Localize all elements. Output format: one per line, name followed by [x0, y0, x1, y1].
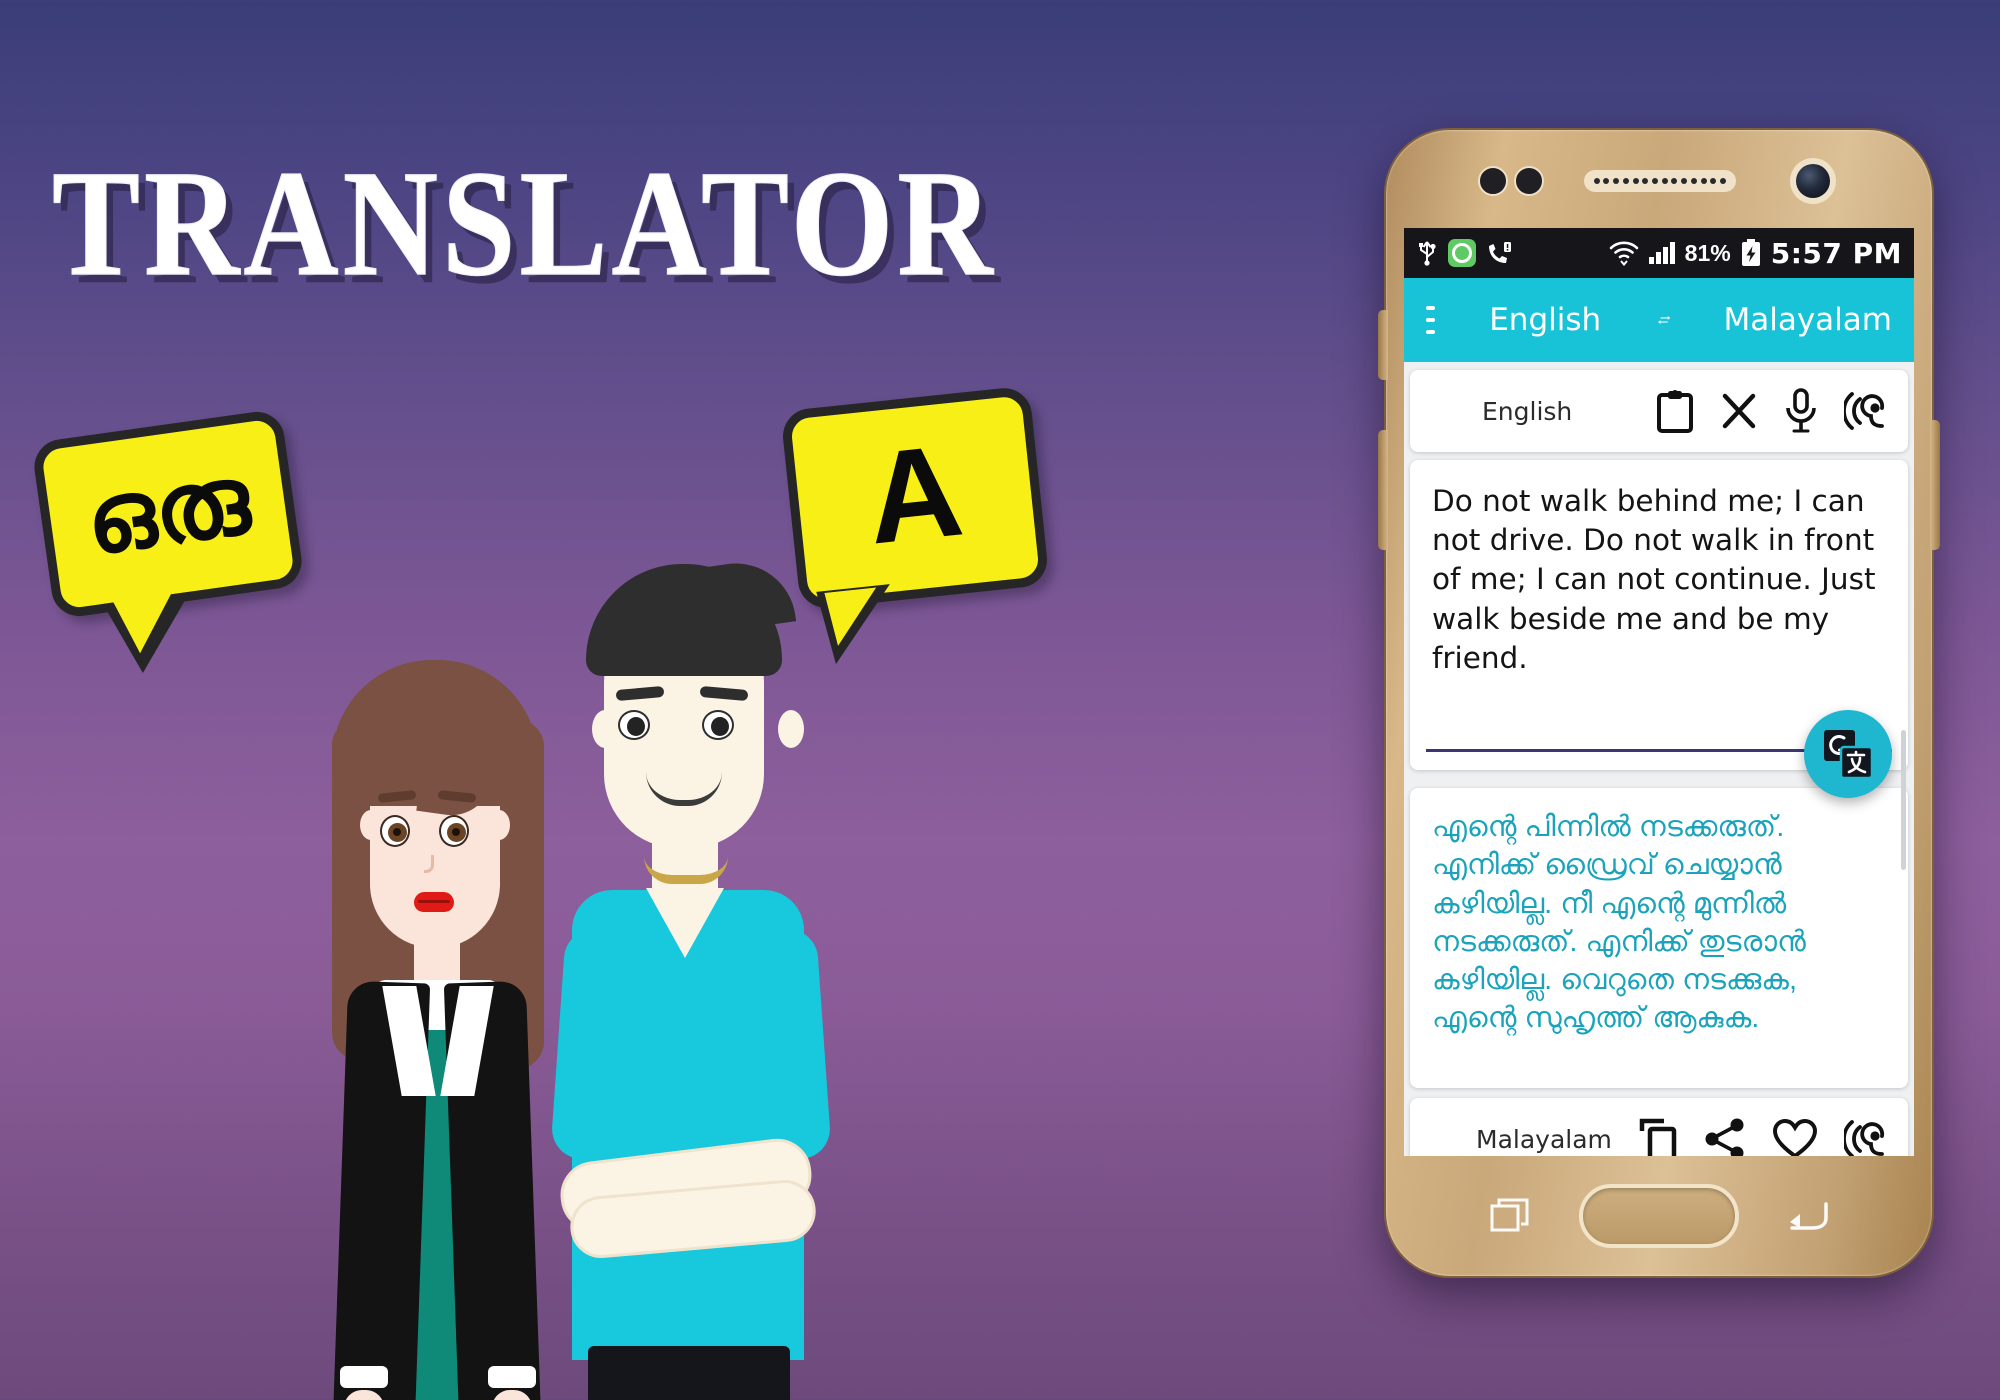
copy-icon[interactable]: [1638, 1117, 1678, 1156]
target-language-label: Malayalam: [1476, 1124, 1612, 1154]
share-icon[interactable]: [1704, 1118, 1746, 1156]
source-language-label: English: [1482, 396, 1573, 426]
proximity-sensor-icon: [1478, 166, 1508, 196]
speech-bubble-malayalam-text: ഒരു: [79, 446, 256, 575]
volume-down-button[interactable]: [1378, 430, 1388, 550]
wifi-icon: [1609, 241, 1638, 266]
light-sensor-icon: [1514, 166, 1544, 196]
volume-up-button[interactable]: [1378, 310, 1388, 380]
signal-bars-icon: [1648, 242, 1675, 264]
usb-icon: [1419, 241, 1436, 266]
translate-button[interactable]: [1804, 710, 1892, 798]
app-running-icon: [1448, 239, 1476, 267]
hamburger-menu-icon[interactable]: [1426, 306, 1436, 334]
woman-cuff-right: [488, 1366, 536, 1388]
listen-icon[interactable]: [1844, 1116, 1888, 1156]
phone-top-bezel: [1386, 130, 1932, 230]
recents-button[interactable]: [1490, 1198, 1530, 1234]
woman-character: [320, 650, 550, 1400]
target-language-selector[interactable]: Malayalam: [1723, 302, 1892, 338]
status-bar: 81% 5:57 PM: [1404, 228, 1914, 278]
listen-icon[interactable]: [1844, 388, 1888, 434]
status-bar-right-icons: 81% 5:57 PM: [1609, 237, 1902, 270]
speech-bubble-english-text: A: [860, 416, 969, 572]
man-eye-right: [702, 710, 734, 740]
man-character: [548, 555, 848, 1400]
characters-illustration: [300, 555, 860, 1400]
status-bar-clock: 5:57 PM: [1770, 236, 1902, 270]
man-pants: [588, 1346, 790, 1400]
paste-icon[interactable]: [1656, 389, 1694, 433]
target-actions: [1638, 1116, 1888, 1156]
speech-bubble-malayalam: ഒരു: [30, 408, 306, 678]
target-text-area[interactable]: എന്റെ പിന്നിൽ നടക്കരുത്. എനിക്ക് ഡ്രൈവ് …: [1410, 788, 1908, 1088]
man-arm-right: [730, 927, 832, 1163]
swap-languages-icon[interactable]: [1657, 302, 1671, 338]
back-button[interactable]: [1784, 1198, 1828, 1234]
home-button[interactable]: [1579, 1184, 1739, 1248]
phone-screen: 81% 5:57 PM English Malayalam English Do…: [1404, 228, 1914, 1156]
battery-percent-label: 81%: [1684, 239, 1731, 266]
power-button[interactable]: [1930, 420, 1940, 550]
man-arm-left: [550, 927, 652, 1163]
woman-eye-left: [380, 815, 410, 847]
source-action-row: English: [1410, 370, 1908, 452]
translated-text: എന്റെ പിന്നിൽ നടക്കരുത്. എനിക്ക് ഡ്രൈവ് …: [1432, 811, 1806, 1035]
source-actions: [1656, 388, 1888, 434]
clear-icon[interactable]: [1720, 391, 1758, 431]
woman-eye-right: [439, 815, 469, 847]
favorite-icon[interactable]: [1772, 1118, 1818, 1156]
woman-lips: [414, 892, 454, 912]
woman-cuff-left: [340, 1366, 388, 1388]
microphone-icon[interactable]: [1784, 388, 1818, 434]
source-language-selector[interactable]: English: [1489, 302, 1601, 338]
source-text: Do not walk behind me; I can not drive. …: [1432, 484, 1876, 675]
scrollbar[interactable]: [1901, 730, 1906, 870]
google-translate-icon: [1824, 730, 1874, 780]
front-camera-icon: [1790, 158, 1836, 204]
status-bar-left-icons: [1416, 239, 1512, 267]
phone-mockup: 81% 5:57 PM English Malayalam English Do…: [1378, 128, 1940, 1278]
man-ear-right: [778, 710, 804, 748]
missed-call-icon: [1489, 242, 1511, 263]
target-action-row: Malayalam: [1410, 1098, 1908, 1156]
phone-bottom-bezel: [1386, 1156, 1932, 1276]
app-toolbar: English Malayalam: [1404, 278, 1914, 362]
battery-charging-icon: [1741, 239, 1760, 266]
earpiece-speaker: [1584, 170, 1736, 192]
speech-bubble-tail-fill: [112, 592, 180, 657]
man-eye-left: [618, 710, 650, 740]
page-title: TRANSLATOR: [52, 138, 997, 308]
